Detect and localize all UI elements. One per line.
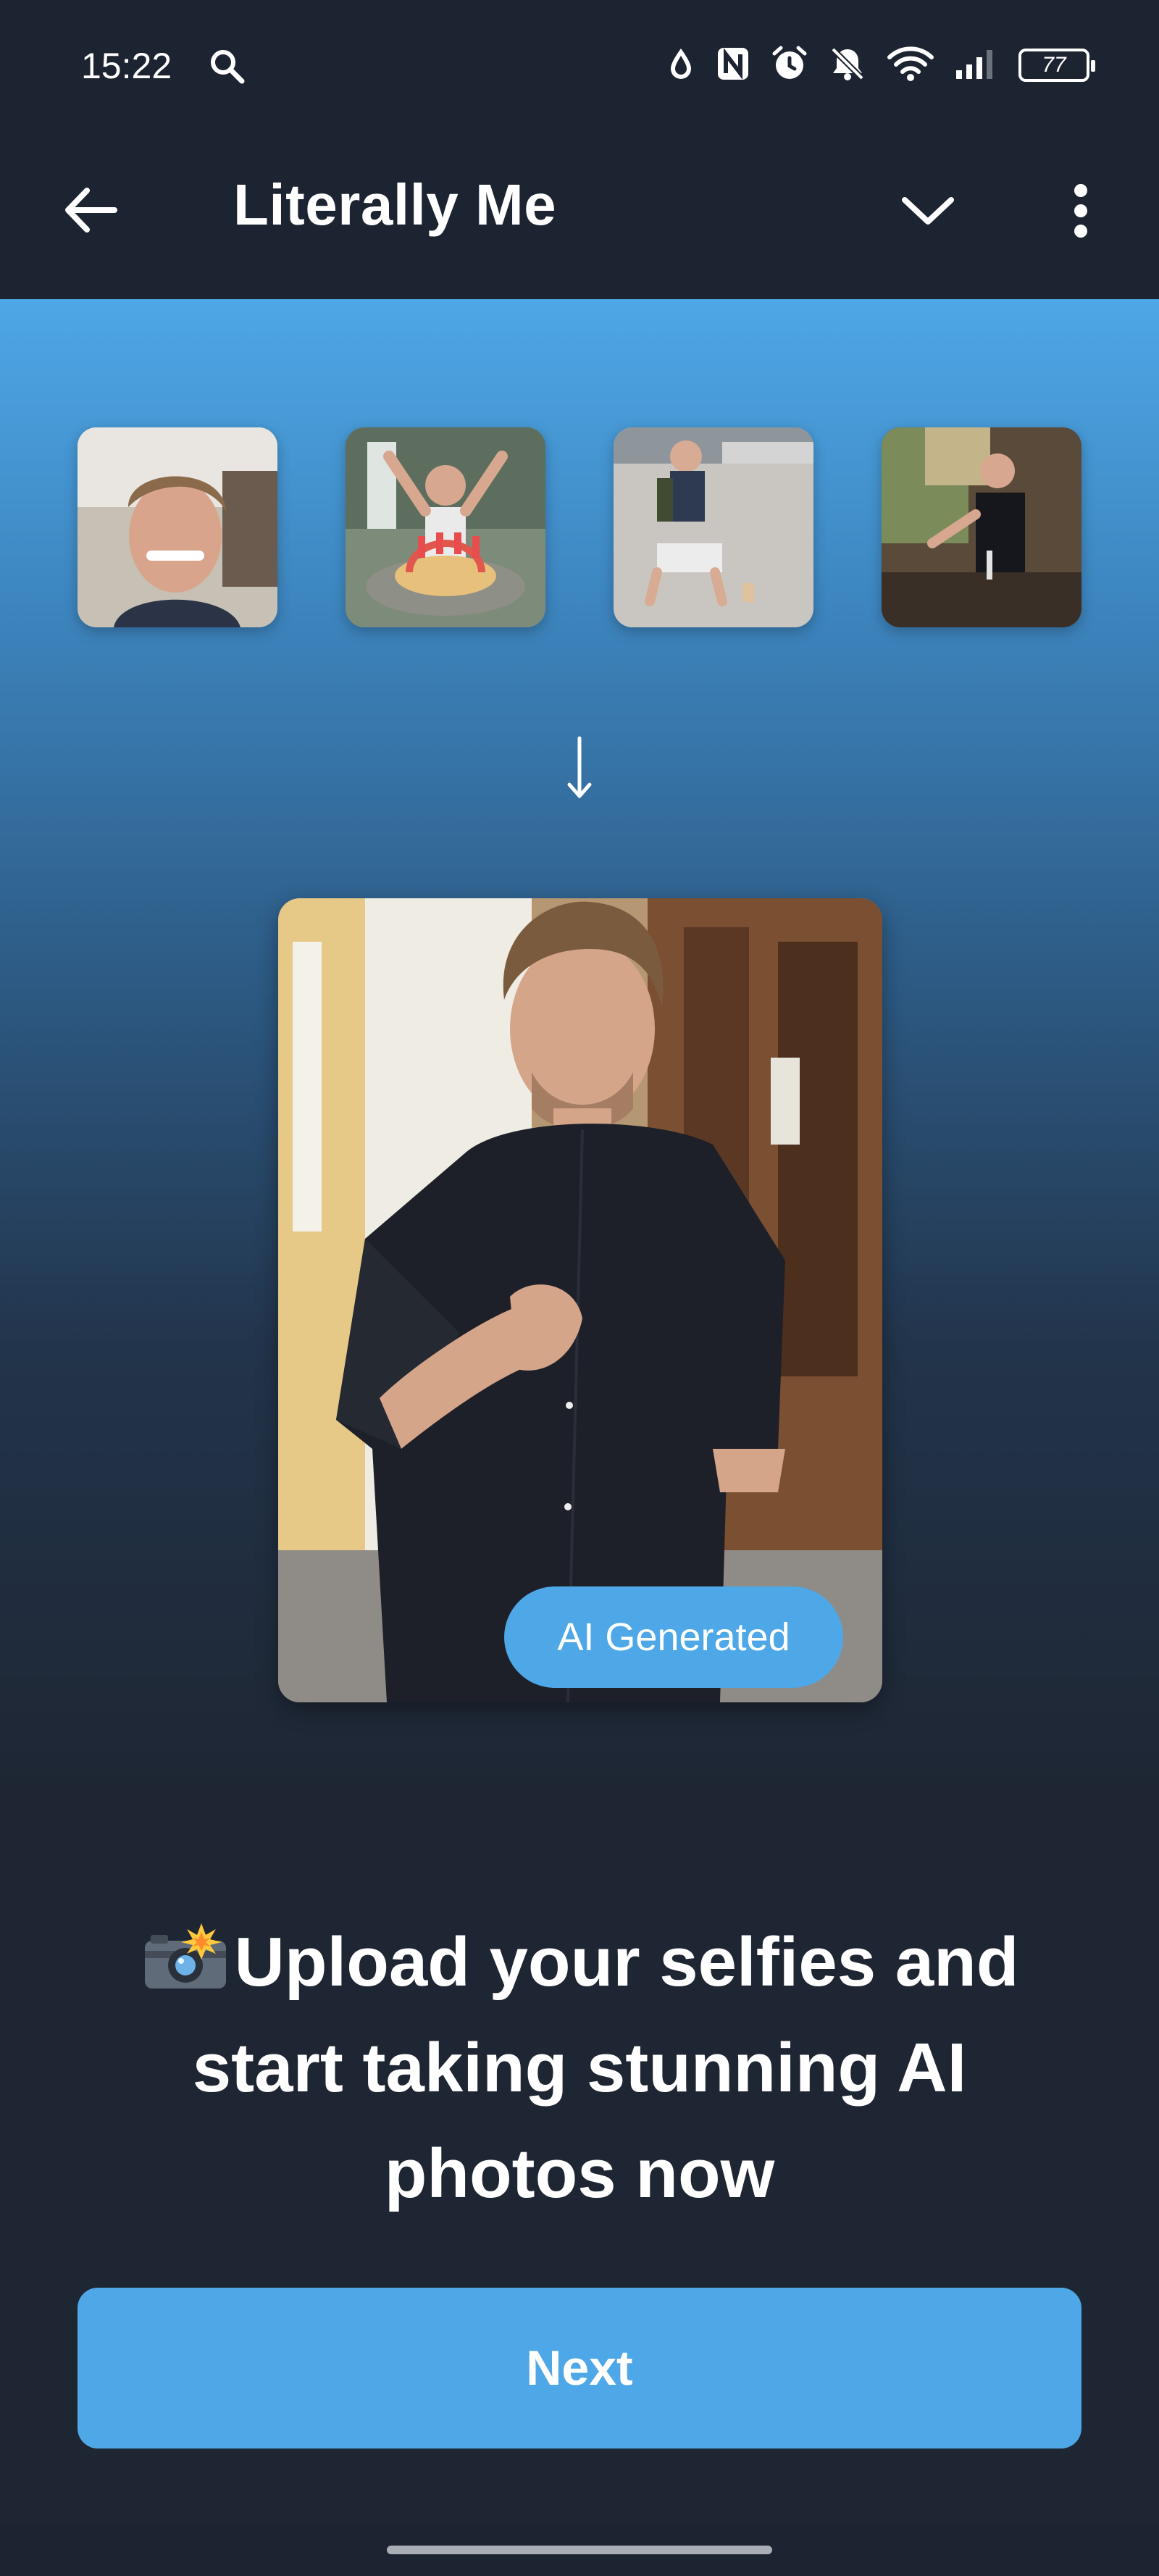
status-bar: 15:22 77 [0,0,1159,134]
status-time: 15:22 [81,46,172,86]
alarm-icon [771,45,808,86]
arrow-left-icon[interactable] [58,177,123,243]
more-vertical-icon[interactable] [1052,175,1110,247]
water-drop-icon [666,46,695,85]
camera-flash-emoji [141,1915,230,1989]
signal-icon [955,47,998,84]
search-icon [207,46,248,91]
headline-text: Upload your selfies and start taking stu… [192,1923,1019,2212]
ai-generated-badge: AI Generated [504,1586,843,1688]
arrow-down-icon [558,732,601,804]
nfc-icon [716,46,750,85]
home-indicator[interactable] [387,2546,772,2554]
headline: Upload your selfies and start taking stu… [87,1910,1072,2227]
battery-icon: 77 [1018,49,1095,82]
wifi-icon [887,46,934,85]
app-bar: Literally Me [0,134,1159,299]
selfie-thumbnail-4 [882,427,1081,627]
status-icons: 77 [666,43,1095,87]
page-title: Literally Me [233,172,557,237]
ai-generated-photo [278,898,882,1702]
chevron-down-icon[interactable] [895,182,961,240]
selfie-thumbnail-2 [346,427,545,627]
selfie-thumbnail-3 [614,427,813,627]
next-button[interactable]: Next [78,2288,1081,2449]
selfie-thumbnail-1 [78,427,277,627]
bell-off-icon [829,45,866,86]
selfie-thumbnails [78,427,1081,627]
